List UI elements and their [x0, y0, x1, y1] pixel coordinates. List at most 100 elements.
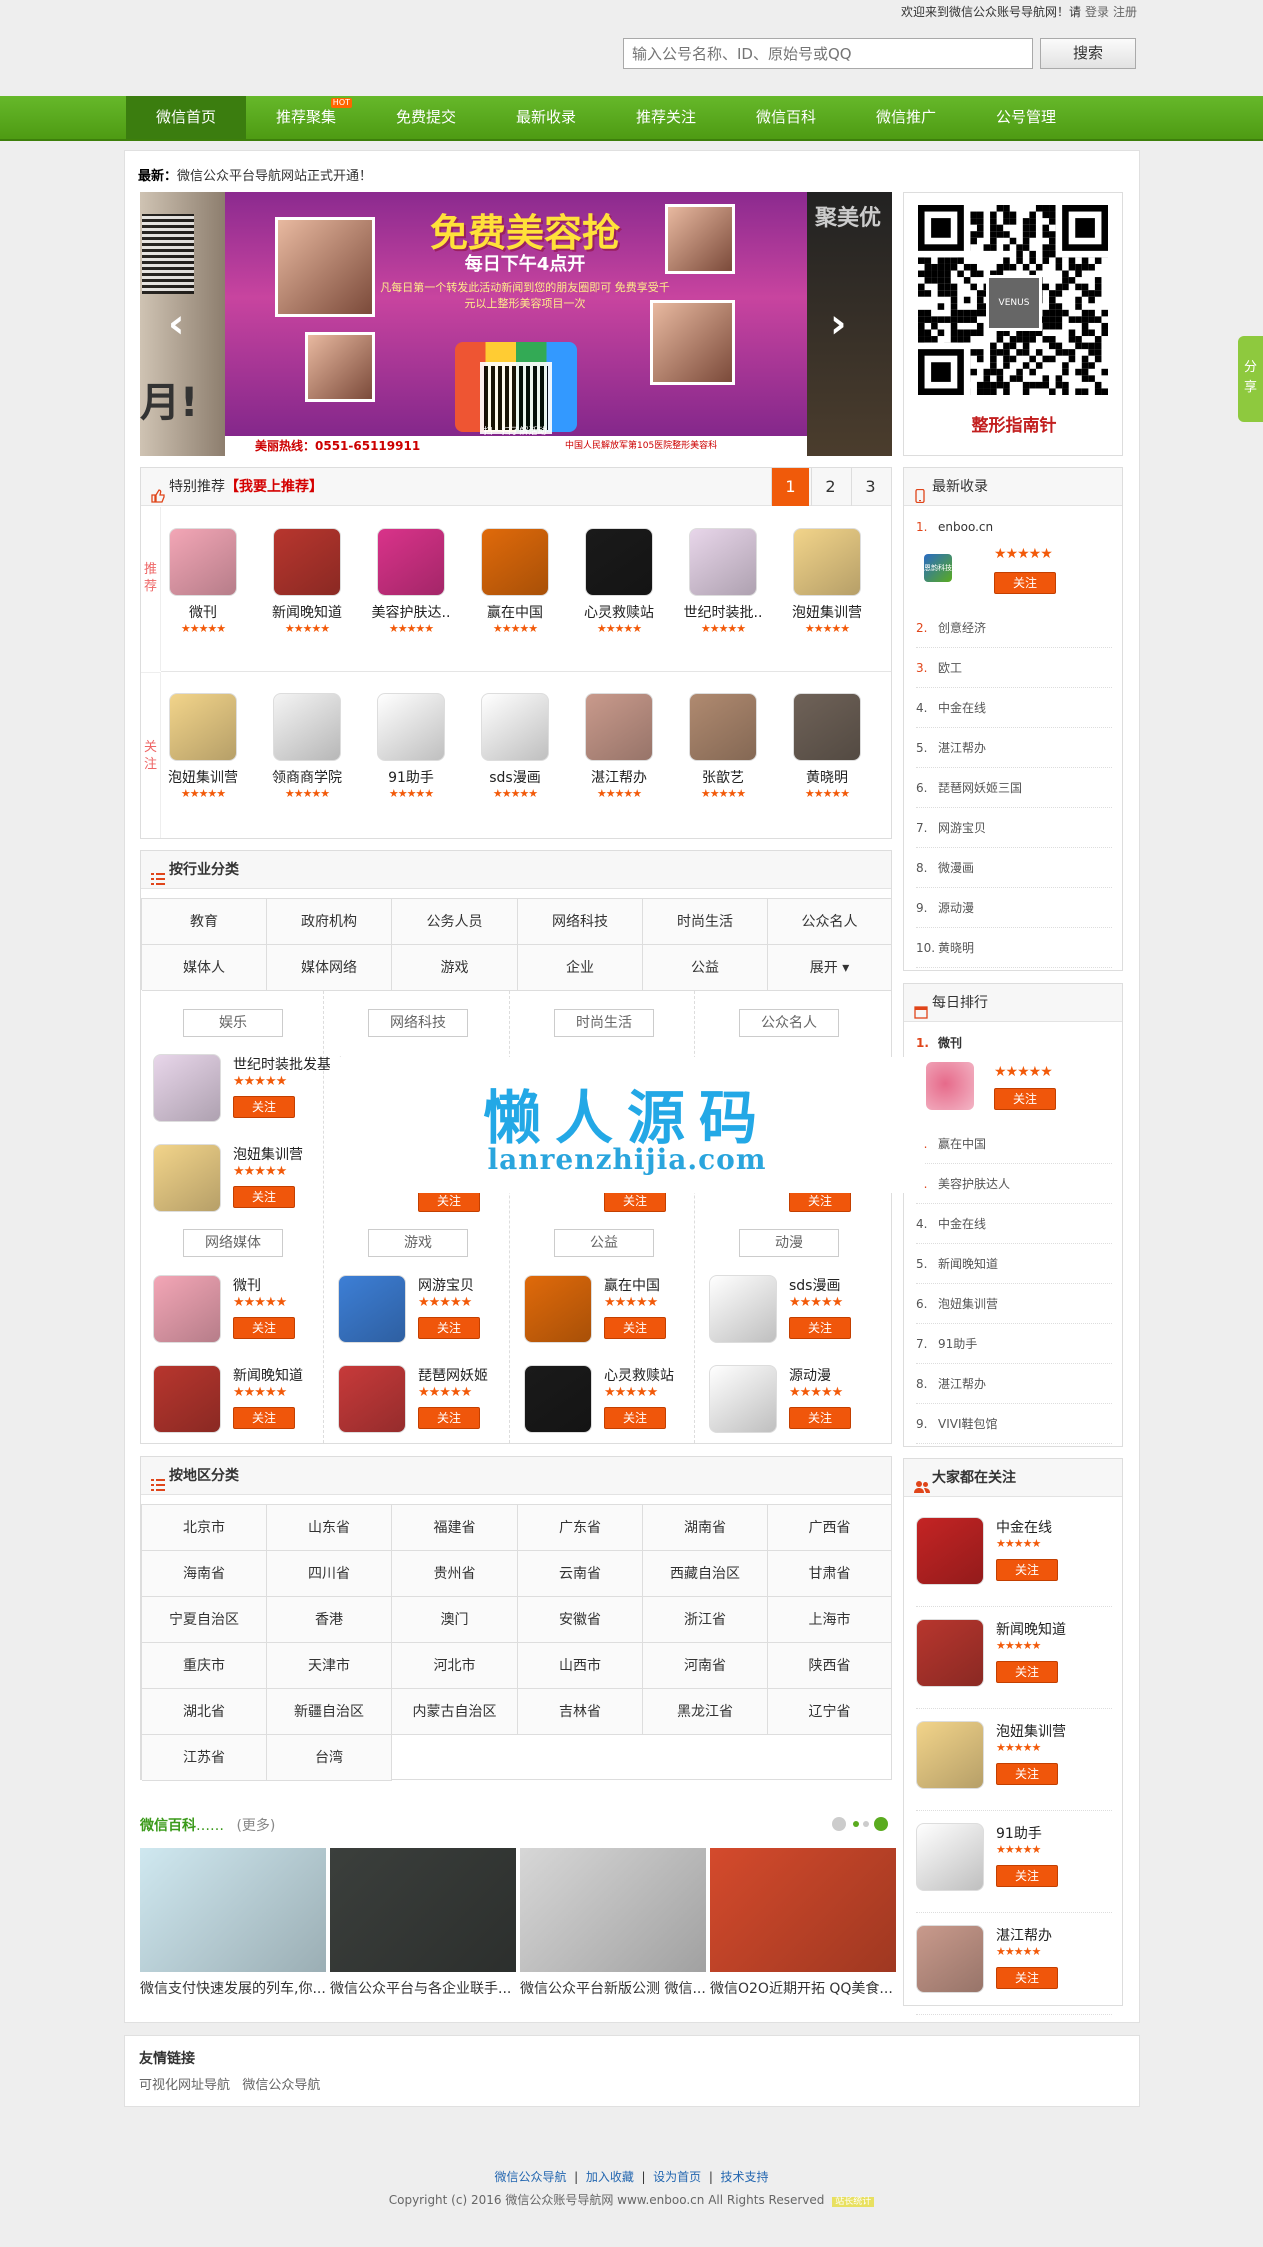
latest-list-item[interactable]: 3. 欧工: [916, 648, 1112, 688]
wiki-dot-icon[interactable]: [853, 1821, 859, 1827]
pager-page-1[interactable]: 1: [771, 468, 809, 506]
nav-item[interactable]: 微信首页: [126, 96, 246, 139]
daily-first-follow-button[interactable]: 关注: [994, 1088, 1056, 1110]
region-item[interactable]: 云南省: [518, 1551, 643, 1597]
app-item[interactable]: 黄晓明 ★★★★★: [781, 693, 873, 800]
account-card[interactable]: 世纪时装批发基地 ★★★★★ 关注: [153, 1054, 345, 1124]
banner-carousel[interactable]: 月! 免费美容抢 每日下午4点开 凡每日第一个转发此活动新闻到您的朋友圈即可 免…: [140, 192, 892, 456]
latest-list-item[interactable]: 9. 源动漫: [916, 888, 1112, 928]
login-link[interactable]: 登录: [1085, 5, 1109, 19]
app-item[interactable]: 微刊 ★★★★★: [157, 528, 249, 635]
footer-link[interactable]: 设为首页: [653, 2170, 701, 2184]
follow-button[interactable]: 关注: [604, 1317, 666, 1339]
region-item[interactable]: 福建省: [392, 1505, 518, 1551]
wiki-image[interactable]: [520, 1848, 706, 1972]
industry-subheading[interactable]: 时尚生活: [554, 1009, 654, 1037]
follow-button[interactable]: 关注: [418, 1190, 480, 1212]
nav-item[interactable]: 推荐聚集 HOT: [246, 96, 366, 139]
industry-category[interactable]: 公众名人: [768, 899, 892, 945]
industry-subheading[interactable]: 公众名人: [739, 1009, 839, 1037]
account-card[interactable]: 心灵救赎站 ★★★★★ 关注: [524, 1365, 694, 1435]
region-item[interactable]: 江苏省: [142, 1735, 267, 1781]
app-item[interactable]: 91助手 ★★★★★: [365, 693, 457, 800]
follow-button[interactable]: 关注: [604, 1190, 666, 1212]
region-item[interactable]: 吉林省: [518, 1689, 643, 1735]
nav-item[interactable]: 微信百科: [726, 96, 846, 139]
region-item[interactable]: 河北市: [392, 1643, 518, 1689]
recommend-apply-link[interactable]: 【我要上推荐】: [225, 479, 323, 495]
region-item[interactable]: 广东省: [518, 1505, 643, 1551]
app-item[interactable]: sds漫画 ★★★★★: [469, 693, 561, 800]
account-card[interactable]: 新闻晚知道 ★★★★★ 关注: [153, 1365, 323, 1435]
daily-list-item[interactable]: 2.赢在中国: [916, 1124, 1112, 1164]
friend-link[interactable]: 可视化网址导航: [139, 2078, 230, 2093]
daily-list-item[interactable]: 5. 新闻晚知道: [916, 1244, 1112, 1284]
industry-subheading[interactable]: 网络媒体: [183, 1229, 283, 1257]
latest-list-item[interactable]: 2. 创意经济: [916, 608, 1112, 648]
follow-button[interactable]: 关注: [604, 1407, 666, 1429]
follow-button[interactable]: 关注: [418, 1317, 480, 1339]
latest-list-item[interactable]: 7. 网游宝贝: [916, 808, 1112, 848]
follow-button[interactable]: 关注: [233, 1186, 295, 1208]
watched-card[interactable]: 91助手 ★★★★★ 关注: [916, 1823, 1112, 1913]
account-card[interactable]: 源动漫 ★★★★★ 关注: [709, 1365, 879, 1435]
region-item[interactable]: 台湾: [267, 1735, 392, 1781]
footer-link[interactable]: 微信公众导航: [494, 2170, 566, 2184]
industry-subheading[interactable]: 游戏: [368, 1229, 468, 1257]
region-item[interactable]: 新疆自治区: [267, 1689, 392, 1735]
daily-list-item[interactable]: 8. 湛江帮办: [916, 1364, 1112, 1404]
daily-list-item[interactable]: 7. 91助手: [916, 1324, 1112, 1364]
region-item[interactable]: 山西市: [518, 1643, 643, 1689]
watched-card[interactable]: 泡妞集训营 ★★★★★ 关注: [916, 1721, 1112, 1811]
app-item[interactable]: 新闻晚知道 ★★★★★: [261, 528, 353, 635]
latest-first-follow-button[interactable]: 关注: [994, 572, 1056, 594]
region-item[interactable]: 河南省: [643, 1643, 768, 1689]
region-item[interactable]: 甘肃省: [768, 1551, 892, 1597]
industry-category[interactable]: 教育: [142, 899, 267, 945]
industry-category[interactable]: 游戏: [392, 945, 518, 991]
app-item[interactable]: 赢在中国 ★★★★★: [469, 528, 561, 635]
account-card[interactable]: 微刊 ★★★★★ 关注: [153, 1275, 323, 1345]
region-item[interactable]: 辽宁省: [768, 1689, 892, 1735]
region-item[interactable]: 贵州省: [392, 1551, 518, 1597]
pager-page-2[interactable]: 2: [811, 468, 849, 506]
industry-category[interactable]: 时尚生活: [643, 899, 768, 945]
app-item[interactable]: 泡妞集训营 ★★★★★: [157, 693, 249, 800]
wiki-caption[interactable]: 微信公众平台与各企业联手...: [330, 1978, 516, 1998]
region-item[interactable]: 北京市: [142, 1505, 267, 1551]
share-tab[interactable]: 分享: [1238, 336, 1263, 422]
nav-item[interactable]: 公号管理: [966, 96, 1086, 139]
region-item[interactable]: 香港: [267, 1597, 392, 1643]
latest-list-item[interactable]: 4. 中金在线: [916, 688, 1112, 728]
account-card[interactable]: 泡妞集训营 ★★★★★ 关注: [153, 1144, 323, 1214]
search-button[interactable]: 搜索: [1040, 38, 1136, 69]
region-item[interactable]: 湖南省: [643, 1505, 768, 1551]
daily-first[interactable]: 1. 微刊: [916, 1034, 962, 1051]
account-card[interactable]: 赢在中国 ★★★★★ 关注: [524, 1275, 694, 1345]
industry-subheading[interactable]: 公益: [554, 1229, 654, 1257]
wiki-caption[interactable]: 微信O2O近期开拓 QQ美食...: [710, 1978, 896, 1998]
qr-promo[interactable]: VENUS 整形指南针: [903, 192, 1123, 456]
watched-card[interactable]: 中金在线 ★★★★★ 关注: [916, 1517, 1112, 1607]
daily-list-item[interactable]: 3.美容护肤达人: [916, 1164, 1112, 1204]
nav-item[interactable]: 推荐关注: [606, 96, 726, 139]
app-item[interactable]: 美容护肤达.. ★★★★★: [365, 528, 457, 635]
follow-button[interactable]: 关注: [233, 1407, 295, 1429]
account-card[interactable]: 网游宝贝 ★★★★★ 关注: [338, 1275, 508, 1345]
region-item[interactable]: 重庆市: [142, 1643, 267, 1689]
watched-card[interactable]: 湛江帮办 ★★★★★ 关注: [916, 1925, 1112, 2015]
nav-item[interactable]: 免费提交: [366, 96, 486, 139]
region-item[interactable]: 四川省: [267, 1551, 392, 1597]
daily-list-item[interactable]: 6. 泡妞集训营: [916, 1284, 1112, 1324]
region-item[interactable]: 安徽省: [518, 1597, 643, 1643]
wiki-image[interactable]: [710, 1848, 896, 1972]
register-link[interactable]: 注册: [1113, 5, 1137, 19]
region-item[interactable]: 陕西省: [768, 1643, 892, 1689]
watched-card[interactable]: 新闻晚知道 ★★★★★ 关注: [916, 1619, 1112, 1709]
app-item[interactable]: 心灵救赎站 ★★★★★: [573, 528, 665, 635]
follow-button[interactable]: 关注: [996, 1763, 1058, 1785]
account-card[interactable]: sds漫画 ★★★★★ 关注: [709, 1275, 879, 1345]
region-item[interactable]: 西藏自治区: [643, 1551, 768, 1597]
latest-list-item[interactable]: 10. 黄晓明: [916, 928, 1112, 968]
region-item[interactable]: 海南省: [142, 1551, 267, 1597]
